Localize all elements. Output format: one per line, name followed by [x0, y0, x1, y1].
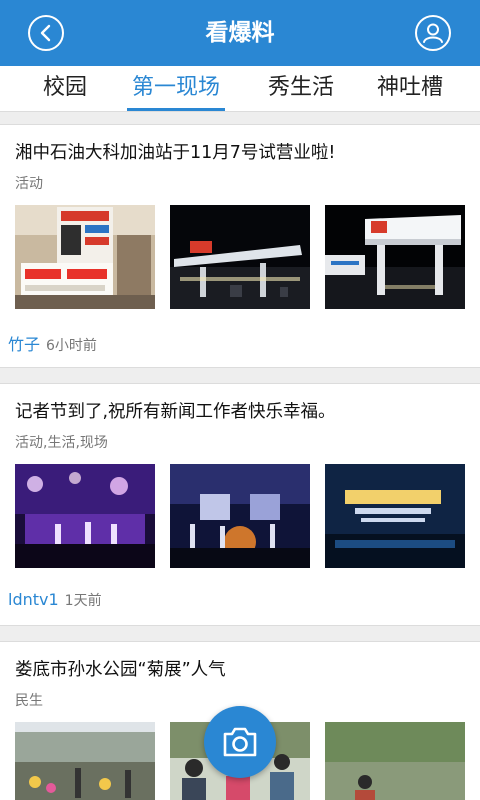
post-title[interactable]: 记者节到了,祝所有新闻工作者快乐幸福。	[15, 398, 336, 423]
category-tabs: 校园 第一现场 秀生活 神吐槽	[0, 66, 480, 112]
park-visitors-photo[interactable]	[325, 722, 465, 800]
camera-icon	[223, 727, 257, 757]
post-tags: 民生	[15, 693, 43, 709]
stage-banner-photo[interactable]	[325, 464, 465, 568]
tab-rant[interactable]: 神吐槽	[364, 66, 456, 112]
gas-station-sign-photo[interactable]	[15, 205, 155, 309]
page-title: 看爆料	[205, 20, 275, 46]
post-time: 1天前	[64, 593, 102, 609]
post-title[interactable]: 湘中石油大科加油站于11月7号试营业啦!	[15, 139, 335, 164]
active-tab-indicator	[127, 108, 225, 111]
park-flower-show-photo[interactable]	[15, 722, 155, 800]
tab-first-scene[interactable]: 第一现场	[120, 66, 232, 112]
tab-show-life[interactable]: 秀生活	[255, 66, 347, 112]
gas-station-canopy-photo[interactable]	[325, 205, 465, 309]
post-meta: 竹子 6小时前	[8, 331, 97, 355]
post-time: 6小时前	[46, 338, 97, 354]
post-author[interactable]: ldntv1	[8, 590, 59, 609]
app-header: 看爆料	[0, 0, 480, 66]
stage-performance-photo[interactable]	[15, 464, 155, 568]
post-card[interactable]: 湘中石油大科加油站于11月7号试营业啦! 活动 竹子 6小时前	[0, 124, 480, 368]
tab-campus[interactable]: 校园	[25, 66, 105, 112]
user-icon	[423, 23, 443, 43]
stage-dancers-photo[interactable]	[170, 464, 310, 568]
post-tags: 活动	[15, 176, 43, 192]
camera-fab-button[interactable]	[204, 706, 276, 778]
post-card[interactable]: 记者节到了,祝所有新闻工作者快乐幸福。 活动,生活,现场 ldntv1 1天前	[0, 383, 480, 626]
post-tags: 活动,生活,现场	[15, 435, 108, 451]
user-profile-button[interactable]	[415, 15, 451, 51]
post-meta: ldntv1 1天前	[8, 590, 102, 610]
post-title[interactable]: 娄底市孙水公园“菊展”人气	[15, 656, 226, 681]
post-author[interactable]: 竹子	[8, 335, 40, 354]
gas-station-night-photo[interactable]	[170, 205, 310, 309]
